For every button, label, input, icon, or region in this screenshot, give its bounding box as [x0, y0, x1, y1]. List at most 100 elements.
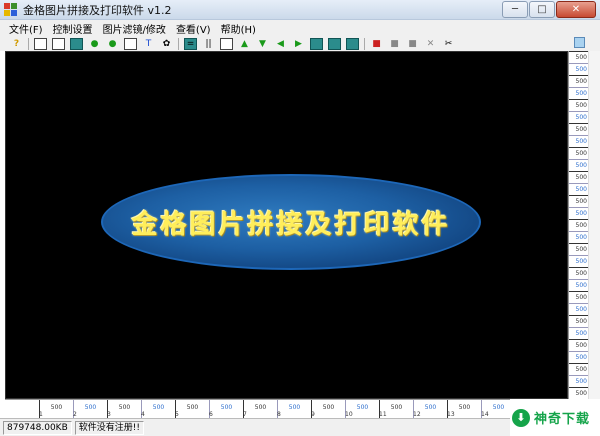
vertical-ruler-tick: 500 [569, 195, 588, 207]
vertical-ruler-tick: 500 [569, 351, 588, 363]
horizontal-ruler-number: 4 [141, 411, 145, 418]
vertical-ruler-tick: 500 [569, 291, 588, 303]
align-vertical-icon[interactable]: || [202, 38, 215, 50]
vertical-ruler-tick: 500 [569, 243, 588, 255]
vertical-ruler-tick: 500 [569, 363, 588, 375]
zoom-in-icon[interactable]: ● [88, 38, 101, 50]
delete-icon[interactable]: ✕ [424, 38, 437, 50]
vertical-ruler-tick: 500 [569, 255, 588, 267]
layout-icon[interactable] [70, 38, 83, 50]
toolbar: ? ● ● T ✿ = || ▲ ▼ ◀ ▶ ■ ■ ■ ✕ ✂ [0, 37, 600, 51]
vertical-ruler-tick: 500 [569, 171, 588, 183]
vertical-ruler-tick: 500 [569, 135, 588, 147]
horizontal-ruler-tick: 500 [107, 400, 141, 419]
horizontal-ruler-tick: 500 [175, 400, 209, 419]
watermark-text: 神奇下载 [534, 412, 591, 427]
maximize-button[interactable]: □ [529, 1, 555, 18]
status-bar: 879748.00KB 软件没有注册!! [0, 418, 510, 436]
fit-height-icon[interactable] [328, 38, 341, 50]
horizontal-ruler-number: 6 [209, 411, 213, 418]
zoom-out-icon[interactable]: ● [106, 38, 119, 50]
vertical-ruler-tick: 500 [569, 123, 588, 135]
toolbar-separator [28, 38, 29, 50]
vertical-ruler-tick: 500 [569, 183, 588, 195]
horizontal-ruler-number: 11 [379, 411, 387, 418]
horizontal-ruler-tick: 500 [209, 400, 243, 419]
horizontal-ruler-number: 12 [413, 411, 421, 418]
vertical-ruler-tick: 500 [569, 315, 588, 327]
vertical-ruler-tick: 500 [569, 99, 588, 111]
vertical-ruler-tick: 500 [569, 231, 588, 243]
toolbar-separator [178, 38, 179, 50]
image-canvas[interactable]: 金格图片拼接及打印软件 [5, 51, 568, 399]
vertical-ruler-tick: 500 [569, 267, 588, 279]
horizontal-ruler-number: 3 [107, 411, 111, 418]
text-icon[interactable]: T [142, 38, 155, 50]
align-horizontal-icon[interactable]: = [184, 38, 197, 50]
help-icon[interactable]: ? [10, 38, 23, 50]
horizontal-ruler-number: 5 [175, 411, 179, 418]
horizontal-ruler-tick: 500 [141, 400, 175, 419]
menu-view[interactable]: 查看(V) [171, 21, 216, 36]
horizontal-ruler-number: 14 [481, 411, 489, 418]
app-logo-icon [4, 3, 17, 16]
menu-help[interactable]: 帮助(H) [216, 21, 261, 36]
vertical-scrollbar[interactable] [588, 51, 600, 399]
grid-icon[interactable] [220, 38, 233, 50]
window-title: 金格图片拼接及打印软件 v1.2 [23, 3, 172, 17]
vertical-ruler-tick: 500 [569, 327, 588, 339]
vertical-ruler-tick: 500 [569, 51, 588, 63]
status-memory-size: 879748.00KB [3, 420, 72, 435]
banner-image: 金格图片拼接及打印软件 [101, 174, 481, 270]
menu-file[interactable]: 文件(F) [4, 21, 48, 36]
menu-bar: 文件(F) 控制设置 图片滤镜/修改 查看(V) 帮助(H) [0, 20, 600, 37]
cut-icon[interactable]: ✂ [442, 38, 455, 50]
vertical-ruler-tick: 500 [569, 303, 588, 315]
menu-control-settings[interactable]: 控制设置 [48, 21, 98, 36]
vertical-ruler-tick: 500 [569, 75, 588, 87]
close-button[interactable]: ✕ [556, 1, 596, 18]
brush-icon[interactable]: ✿ [160, 38, 173, 50]
vertical-ruler-tick: 500 [569, 387, 588, 399]
vertical-ruler-tick: 500 [569, 375, 588, 387]
banner-text: 金格图片拼接及打印软件 [131, 209, 451, 240]
horizontal-ruler-number: 8 [277, 411, 281, 418]
move-left-icon[interactable]: ◀ [274, 38, 287, 50]
window-controls: ─ □ ✕ [501, 1, 596, 18]
horizontal-ruler-tick: 500 [243, 400, 277, 419]
move-right-icon[interactable]: ▶ [292, 38, 305, 50]
watermark-logo: ⬇ 神奇下载 [510, 399, 600, 436]
horizontal-ruler-tick: 500 [39, 400, 73, 419]
fit-page-icon[interactable] [346, 38, 359, 50]
panel-toggle-icon[interactable] [574, 37, 585, 48]
copy-icon[interactable]: ■ [388, 38, 401, 50]
print-icon[interactable]: ■ [370, 38, 383, 50]
menu-image-filter[interactable]: 图片滤镜/修改 [98, 21, 171, 36]
vertical-ruler: 500 500 500 500 500 500 500 500 500 500 500 500 500 5… [568, 51, 588, 399]
horizontal-ruler-number: 1 [39, 411, 43, 418]
vertical-ruler-tick: 500 [569, 147, 588, 159]
horizontal-ruler-tick: 500 [73, 400, 107, 419]
horizontal-ruler-tick: 500 [277, 400, 311, 419]
vertical-ruler-tick: 500 [569, 63, 588, 75]
paste-icon[interactable]: ■ [406, 38, 419, 50]
open-image-icon[interactable] [34, 38, 47, 50]
vertical-ruler-tick: 500 [569, 87, 588, 99]
status-registration: 软件没有注册!! [74, 420, 144, 435]
title-bar: 金格图片拼接及打印软件 v1.2 ─ □ ✕ [0, 0, 600, 20]
horizontal-ruler-tick: 500 [311, 400, 345, 419]
move-down-icon[interactable]: ▼ [256, 38, 269, 50]
fit-width-icon[interactable] [310, 38, 323, 50]
image-settings-icon[interactable] [52, 38, 65, 50]
horizontal-ruler: 500 500 500 500 500 500 500 500 500 500 500 500 500 5… [5, 399, 510, 419]
minimize-button[interactable]: ─ [502, 1, 528, 18]
horizontal-ruler-number: 10 [345, 411, 353, 418]
toolbar-separator [364, 38, 365, 50]
frame-icon[interactable] [124, 38, 137, 50]
vertical-ruler-tick: 500 [569, 111, 588, 123]
vertical-ruler-tick: 500 [569, 339, 588, 351]
horizontal-ruler-number: 2 [73, 411, 77, 418]
move-up-icon[interactable]: ▲ [238, 38, 251, 50]
vertical-ruler-tick: 500 [569, 159, 588, 171]
watermark-logo-icon: ⬇ [512, 408, 530, 427]
